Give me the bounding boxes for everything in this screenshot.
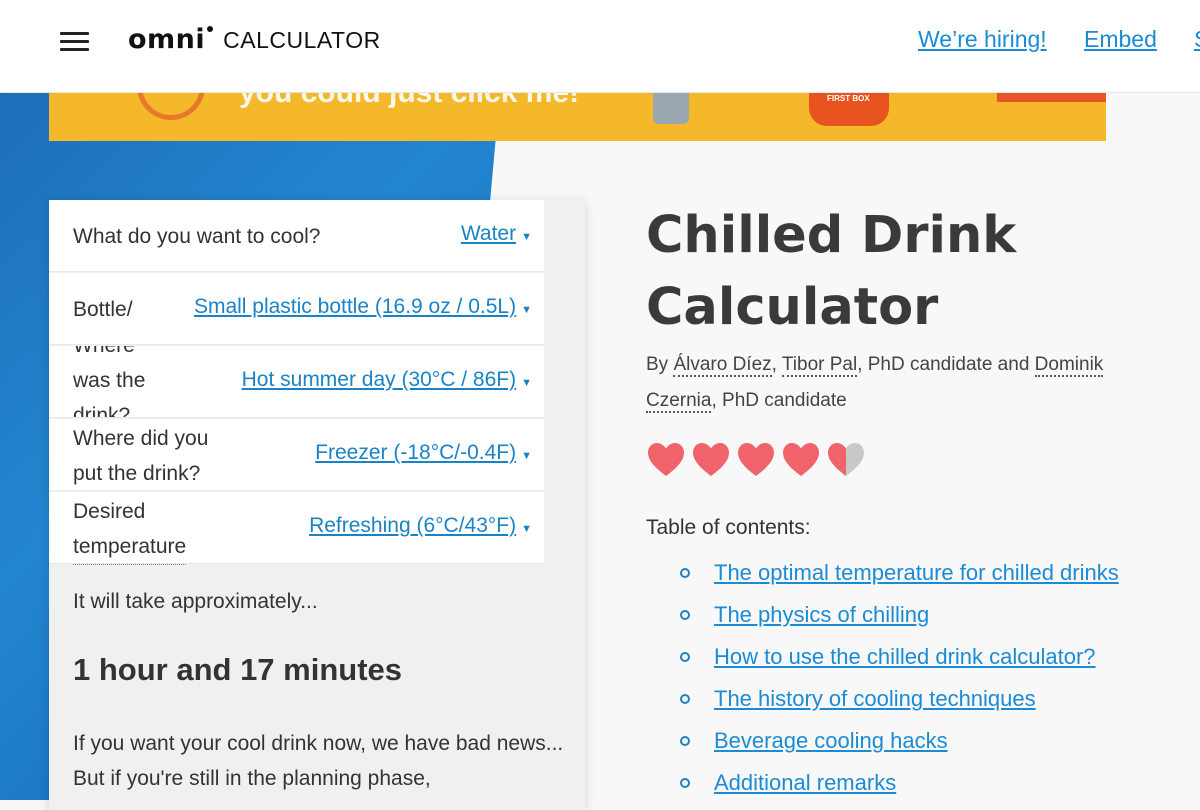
initial-location-select[interactable]: Hot summer day (30°C / 86F) ▼ [242, 368, 532, 392]
toc-item: The history of cooling techniques [680, 684, 1119, 726]
half-heart-icon[interactable] [826, 440, 866, 480]
caret-down-icon: ▼ [521, 377, 532, 389]
top-navigation-bar: omni CALCULATOR We’re hiring! Embed S [0, 0, 1200, 93]
embed-link[interactable]: Embed [1084, 26, 1157, 53]
caret-down-icon: ▼ [521, 450, 532, 462]
logo-dot-icon [207, 26, 214, 32]
hamburger-menu-icon[interactable] [60, 30, 90, 52]
heart-icon[interactable] [646, 440, 686, 480]
toc-item: The optimal temperature for chilled drin… [680, 558, 1119, 600]
rating-hearts[interactable] [646, 440, 866, 484]
bullet-icon [680, 736, 690, 746]
calculator-row-desired-temperature: Desired temperature Refreshing (6°C/43°F… [49, 492, 544, 565]
bullet-icon [680, 694, 690, 704]
bullet-icon [680, 610, 690, 620]
nav-link-partial[interactable]: S [1194, 26, 1200, 53]
author-link-dominik-first[interactable]: Dominik [1034, 354, 1104, 377]
omni-calculator-logo[interactable]: omni CALCULATOR [128, 24, 381, 64]
desired-temperature-select[interactable]: Refreshing (6°C/43°F) ▼ [309, 514, 532, 538]
bottle-select[interactable]: Small plastic bottle (16.9 oz / 0.5L) ▼ [194, 295, 532, 319]
caret-down-icon: ▼ [521, 231, 532, 243]
substance-select[interactable]: Water ▼ [461, 222, 532, 246]
heart-icon[interactable] [781, 440, 821, 480]
bottle-label: Bottle/ [73, 298, 133, 321]
table-of-contents: The optimal temperature for chilled drin… [680, 558, 1119, 810]
logo-suffix: CALCULATOR [223, 27, 381, 53]
toc-link-optimal-temperature[interactable]: The optimal temperature for chilled drin… [714, 558, 1119, 588]
calculator-row-bottle: Bottle/ Small plastic bottle (16.9 oz / … [49, 273, 544, 345]
toc-link-physics[interactable]: The physics of chilling [714, 600, 929, 630]
heart-icon[interactable] [691, 440, 731, 480]
caret-down-icon: ▼ [521, 304, 532, 316]
hiring-link[interactable]: We’re hiring! [918, 26, 1047, 53]
toc-link-how-to-use[interactable]: How to use the chilled drink calculator? [714, 642, 1096, 672]
logo-word: omni [128, 24, 206, 55]
banner-badge-label: FIRST BOX [827, 94, 870, 103]
author-link-dominik-last[interactable]: Czernia [646, 390, 712, 413]
calculator-row-cooling-location: Where did you put the drink? Freezer (-1… [49, 419, 544, 491]
bullet-icon [680, 652, 690, 662]
banner-product-image [653, 92, 689, 124]
toc-link-history[interactable]: The history of cooling techniques [714, 684, 1036, 714]
caret-down-icon: ▼ [521, 523, 532, 535]
substance-label: What do you want to cool? [73, 225, 321, 248]
toc-item: How to use the chilled drink calculator? [680, 642, 1119, 684]
toc-heading: Table of contents: [646, 516, 811, 539]
bullet-icon [680, 778, 690, 788]
bullet-icon [680, 568, 690, 578]
desired-temperature-label: Desired temperature [73, 494, 187, 565]
page-title: Chilled Drink Calculator [646, 206, 1017, 337]
calculator-row-substance: What do you want to cool? Water ▼ [49, 200, 544, 272]
toc-item: Beverage cooling hacks [680, 726, 1119, 768]
toc-item: The physics of chilling [680, 600, 1119, 642]
heart-icon[interactable] [736, 440, 776, 480]
author-link-alvaro[interactable]: Álvaro Díez [673, 354, 772, 377]
result-note: If you want your cool drink now, we have… [73, 732, 564, 790]
author-link-tibor[interactable]: Tibor Pal [781, 354, 858, 377]
calculator-widget: What do you want to cool? Water ▼ Bottle/… [49, 200, 585, 810]
calculator-row-initial-location: Where was the drink? Hot summer day (30°… [49, 346, 544, 418]
banner-circle-graphic [137, 92, 205, 120]
toc-link-hacks[interactable]: Beverage cooling hacks [714, 726, 948, 756]
ad-banner[interactable]: you could just click me! FIRST BOX [49, 92, 1106, 141]
toc-item: Additional remarks [680, 768, 1119, 810]
result-intro: It will take approximately... [73, 590, 318, 613]
banner-text: you could just click me! [239, 92, 580, 109]
result-value: 1 hour and 17 minutes [73, 652, 403, 687]
initial-location-label: Where was the drink? [73, 346, 146, 418]
toc-link-remarks[interactable]: Additional remarks [714, 768, 896, 798]
author-byline: By Álvaro Díez, Tibor Pal, PhD candidate… [646, 354, 1104, 413]
cooling-location-label: Where did you put the drink? [73, 427, 209, 485]
cooling-location-select[interactable]: Freezer (-18°C/-0.4F) ▼ [315, 441, 532, 465]
banner-button-shape [997, 92, 1106, 102]
